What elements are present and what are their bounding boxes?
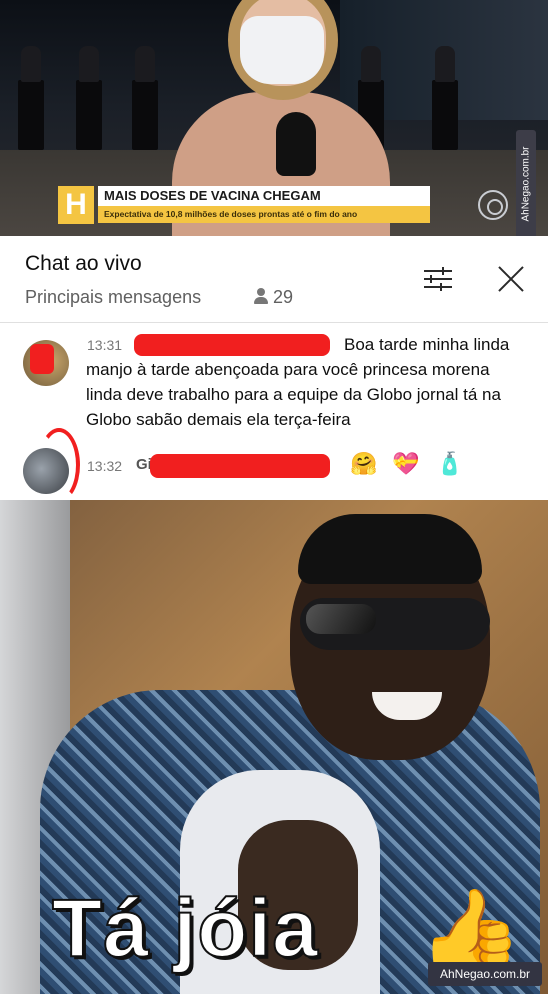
redacted-author (150, 454, 330, 478)
broadcast-frame: H MAIS DOSES DE VACINA CHEGAM Expectativ… (0, 0, 548, 236)
redaction-scribble (38, 428, 80, 502)
chat-title: Chat ao vivo (25, 252, 142, 275)
microphone (276, 112, 316, 176)
viewer-count: 29 (254, 287, 293, 308)
sunglasses (300, 598, 490, 650)
watermark-bottom: AhNegao.com.br (428, 962, 542, 986)
podium (432, 46, 458, 150)
meme-image: Tá jóia 👍 (0, 500, 548, 994)
hair (298, 514, 482, 584)
person-icon (254, 288, 268, 304)
podium (18, 46, 44, 150)
watermark-vertical: AhNegao.com.br (516, 130, 536, 236)
news-headline: MAIS DOSES DE VACINA CHEGAM (98, 186, 430, 206)
face-mask (240, 16, 324, 84)
meme-caption: Tá jóia (51, 882, 319, 975)
globo-logo-icon (478, 190, 508, 220)
live-chat-panel: Chat ao vivo Principais mensagens 29 13:… (0, 236, 548, 502)
sanitizer-emoji: 🧴 (436, 452, 464, 477)
message-text: Boa tarde minha linda manjo à tarde abenç… (86, 335, 510, 429)
podium (132, 46, 158, 150)
heart-gift-emoji: 💝 (392, 452, 420, 477)
filter-settings-button[interactable] (422, 264, 456, 294)
podium (76, 46, 102, 150)
redaction-mark (30, 344, 54, 374)
news-logo: H (58, 186, 94, 224)
chat-filter-dropdown[interactable]: Principais mensagens (25, 287, 201, 308)
message-time: 13:32 (87, 458, 123, 474)
chat-header: Chat ao vivo Principais mensagens 29 (0, 236, 548, 323)
news-lower-third: H MAIS DOSES DE VACINA CHEGAM Expectativ… (58, 186, 430, 224)
close-chat-button[interactable] (494, 262, 528, 296)
news-subheadline: Expectativa de 10,8 milhões de doses pro… (98, 206, 430, 223)
hug-emoji: 🤗 (350, 452, 378, 477)
